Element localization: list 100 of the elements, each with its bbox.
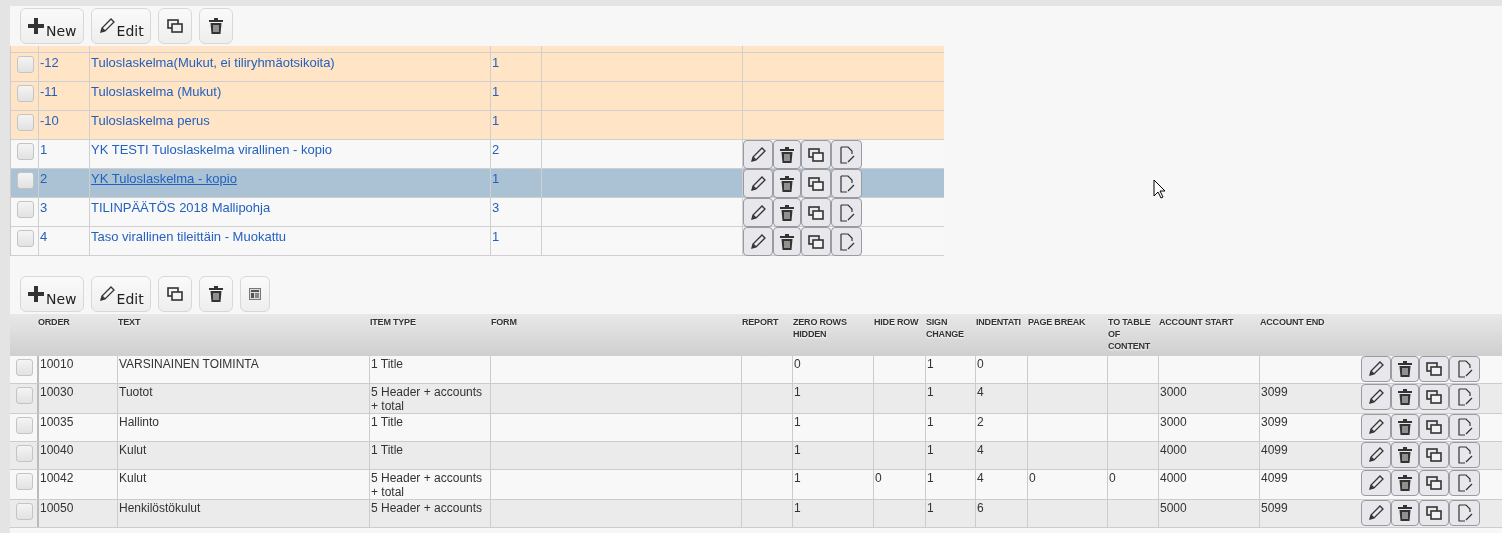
table-cell: 1: [925, 470, 975, 499]
table-row[interactable]: -10 Tuloslaskelma perus 1: [11, 111, 944, 140]
edit-button[interactable]: [743, 227, 773, 256]
table-cell: -11: [38, 82, 89, 110]
delete-button[interactable]: [1391, 470, 1419, 496]
copy-button[interactable]: [801, 169, 831, 198]
copy-icon: [1425, 474, 1443, 492]
copy-icon: [807, 203, 825, 222]
document-edit-button[interactable]: [1449, 470, 1480, 496]
table-row[interactable]: -12 Tuloslaskelma(Mukut, ei tiliryhmäotsikoita) 1: [11, 53, 944, 82]
table-cell: 1: [792, 384, 873, 413]
table-row[interactable]: 3 TILINPÄÄTÖS 2018 Mallipohja 3: [11, 198, 944, 227]
edit-button[interactable]: [743, 169, 773, 198]
table-cell: 4099: [1259, 470, 1360, 499]
table-cell: 1: [792, 414, 873, 441]
delete-button[interactable]: [773, 140, 801, 169]
row-checkbox[interactable]: [16, 143, 34, 160]
column-header: PAGE BREAK: [1027, 316, 1087, 328]
copy-button[interactable]: [801, 140, 831, 169]
document-edit-button[interactable]: [1449, 500, 1480, 526]
report-name-link[interactable]: Tuloslaskelma(Mukut, ei tiliryhmäotsikoita): [89, 53, 490, 81]
column-header: ORDER: [37, 316, 71, 328]
report-name-link[interactable]: Taso virallinen tileittäin - Muokattu: [89, 227, 490, 256]
table-cell: 4099: [1259, 442, 1360, 469]
table-cell: 1: [792, 500, 873, 527]
delete-button[interactable]: [1391, 356, 1419, 382]
edit-button[interactable]: [743, 140, 773, 169]
copy-button[interactable]: [1419, 414, 1449, 440]
document-edit-icon: [1455, 446, 1474, 464]
table-cell: 1: [925, 500, 975, 527]
row-checkbox[interactable]: [15, 473, 33, 490]
delete-button[interactable]: [1391, 442, 1419, 468]
row-checkbox[interactable]: [16, 201, 34, 218]
edit-button[interactable]: [1361, 414, 1391, 440]
pencil-icon: [1367, 474, 1385, 492]
pencil-icon: [1367, 360, 1385, 378]
table-row[interactable]: 1 YK TESTI Tuloslaskelma virallinen - kopio 2: [11, 140, 944, 169]
column-header: ACCOUNT END: [1259, 316, 1326, 328]
row-checkbox[interactable]: [15, 359, 33, 376]
row-checkbox[interactable]: [15, 387, 33, 404]
pencil-icon: [1367, 504, 1385, 522]
edit-button[interactable]: [1361, 500, 1391, 526]
edit-button[interactable]: Edit: [90, 276, 151, 312]
copy-button[interactable]: [1419, 470, 1449, 496]
table-cell: -12: [38, 53, 89, 81]
report-name-link[interactable]: Tuloslaskelma (Mukut): [89, 82, 490, 110]
table-cell: VARSINAINEN TOIMINTA: [117, 356, 369, 383]
delete-button[interactable]: [773, 169, 801, 198]
document-edit-button[interactable]: [831, 169, 862, 198]
document-edit-button[interactable]: [831, 140, 862, 169]
edit-button[interactable]: [1361, 356, 1391, 382]
table-cell: 0: [792, 356, 873, 383]
row-checkbox[interactable]: [15, 417, 33, 434]
edit-button[interactable]: [1361, 470, 1391, 496]
row-checkbox[interactable]: [15, 503, 33, 520]
copy-button[interactable]: [1419, 356, 1449, 382]
delete-button[interactable]: [773, 227, 801, 256]
edit-button[interactable]: [743, 198, 773, 227]
row-checkbox[interactable]: [16, 56, 34, 73]
copy-icon: [807, 174, 825, 193]
copy-icon: [807, 145, 825, 164]
table-row[interactable]: 2 YK Tuloslaskelma - kopio 1: [11, 169, 944, 198]
delete-button[interactable]: [1391, 414, 1419, 440]
row-checkbox[interactable]: [15, 445, 33, 462]
document-edit-button[interactable]: [1449, 384, 1480, 410]
row-checkbox[interactable]: [16, 172, 34, 189]
table-row[interactable]: -11 Tuloslaskelma (Mukut) 1: [11, 82, 944, 111]
copy-button[interactable]: [1419, 384, 1449, 410]
edit-button[interactable]: [1361, 384, 1391, 410]
trash-icon: [778, 174, 796, 193]
layout-button[interactable]: [239, 276, 270, 312]
copy-button[interactable]: [801, 227, 831, 256]
row-checkbox[interactable]: [16, 114, 34, 131]
table-cell: 3099: [1259, 414, 1360, 441]
table-cell: 1: [925, 442, 975, 469]
delete-button[interactable]: [1391, 500, 1419, 526]
pencil-icon: [97, 17, 116, 35]
edit-button[interactable]: [1361, 442, 1391, 468]
document-edit-button[interactable]: [1449, 442, 1480, 468]
new-button[interactable]: New: [20, 276, 84, 312]
edit-button[interactable]: Edit: [90, 8, 151, 44]
document-edit-icon: [1455, 388, 1474, 406]
table-row[interactable]: 4 Taso virallinen tileittäin - Muokattu 1: [11, 227, 944, 256]
document-edit-button[interactable]: [831, 227, 862, 256]
document-edit-button[interactable]: [1449, 356, 1480, 382]
document-edit-button[interactable]: [831, 198, 862, 227]
report-name-link[interactable]: Tuloslaskelma perus: [89, 111, 490, 139]
row-checkbox[interactable]: [16, 230, 34, 247]
delete-button[interactable]: [773, 198, 801, 227]
table-cell: 0: [873, 470, 925, 499]
copy-button[interactable]: [1419, 442, 1449, 468]
document-edit-button[interactable]: [1449, 414, 1480, 440]
row-checkbox[interactable]: [16, 85, 34, 102]
copy-button[interactable]: [801, 198, 831, 227]
trash-icon: [1396, 446, 1414, 464]
copy-button[interactable]: [1419, 500, 1449, 526]
pencil-icon: [1367, 446, 1385, 464]
delete-button[interactable]: [1391, 384, 1419, 410]
new-button[interactable]: New: [20, 8, 84, 44]
trash-icon: [778, 232, 796, 251]
